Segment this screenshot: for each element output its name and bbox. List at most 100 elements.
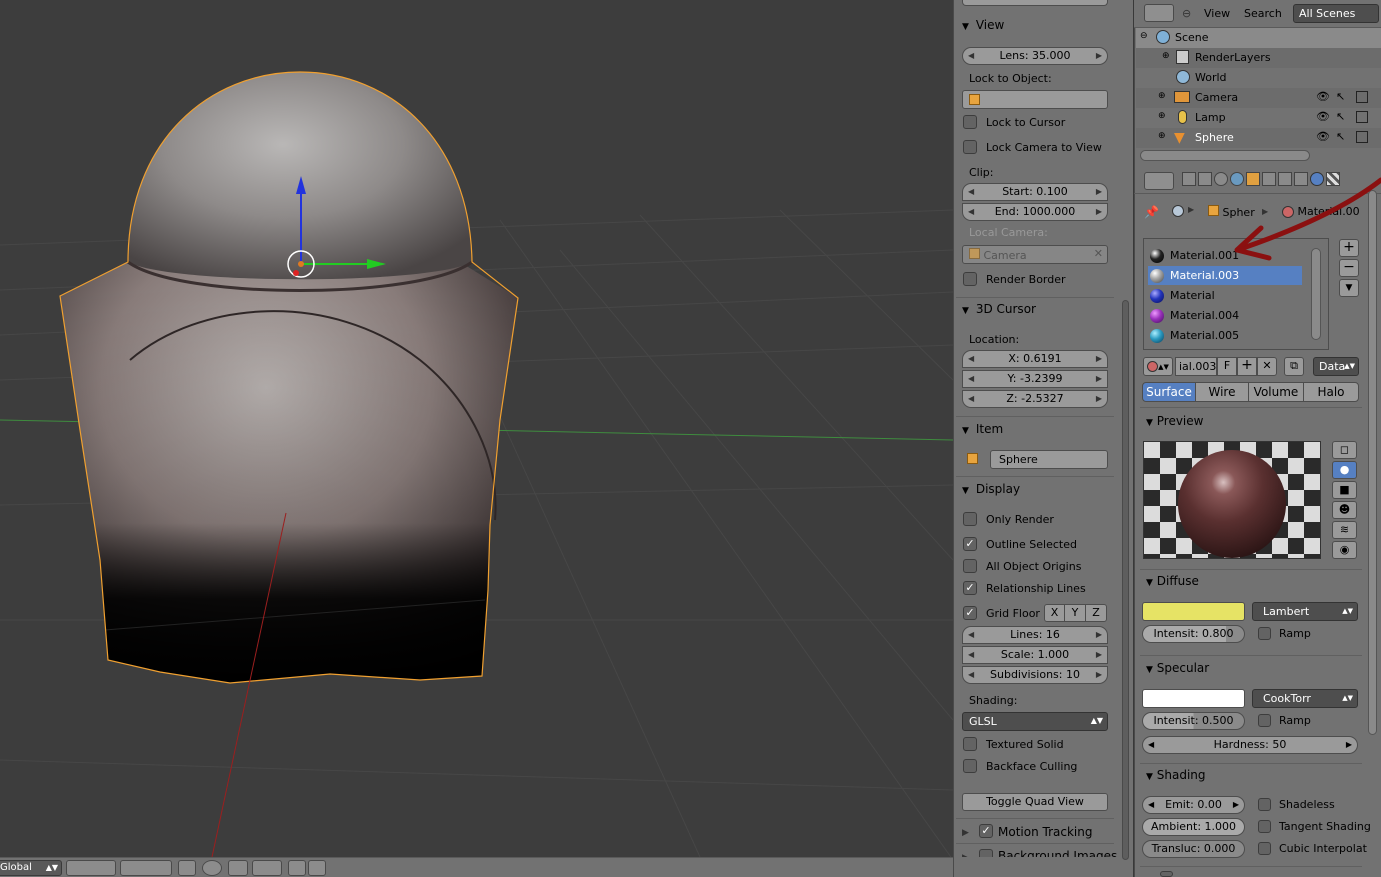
tab-wire[interactable]: Wire: [1195, 382, 1249, 402]
outliner-row-scene[interactable]: ⊖ Scene: [1136, 28, 1381, 48]
cursor-y-field[interactable]: ◀ Y: -3.2399 ▶: [962, 370, 1108, 388]
diffuse-color-swatch[interactable]: [1142, 602, 1245, 621]
render-toggle-icon[interactable]: [1356, 111, 1368, 123]
clapper-icon[interactable]: [308, 860, 326, 876]
all-object-origins-checkbox[interactable]: [963, 559, 977, 573]
textured-solid-checkbox[interactable]: [963, 737, 977, 751]
expand-icon[interactable]: ⊕: [1158, 91, 1166, 101]
specular-shader-select[interactable]: CookTorr ▲▼: [1252, 689, 1358, 708]
preview-cube-icon[interactable]: ■: [1332, 481, 1357, 499]
increment-icon[interactable]: ▶: [1233, 797, 1239, 813]
render-context-icon[interactable]: [1182, 172, 1196, 186]
expand-icon[interactable]: ⊕: [1158, 111, 1166, 121]
shadeless-checkbox[interactable]: [1258, 798, 1271, 811]
relationship-lines-checkbox[interactable]: ✓: [963, 581, 977, 595]
outliner-row-lamp[interactable]: ⊕ Lamp 👁 ↖: [1136, 108, 1381, 128]
specular-panel-header[interactable]: ▼ Specular: [1146, 661, 1209, 675]
material-slot[interactable]: Material.004: [1148, 306, 1302, 325]
cursor-panel-header[interactable]: ▼ 3D Cursor: [962, 302, 1036, 316]
cursor-select-icon[interactable]: ↖: [1336, 110, 1345, 123]
eye-icon[interactable]: 👁: [1316, 130, 1330, 143]
lock-to-cursor-checkbox[interactable]: [963, 115, 977, 129]
eye-icon[interactable]: 👁: [1316, 90, 1330, 103]
outliner-row-renderlayers[interactable]: ⊕ RenderLayers: [1136, 48, 1381, 68]
3d-viewport[interactable]: [0, 0, 953, 857]
material-name-field[interactable]: ial.003: [1175, 357, 1217, 376]
specular-ramp-checkbox[interactable]: [1258, 714, 1271, 727]
diffuse-shader-select[interactable]: Lambert ▲▼: [1252, 602, 1358, 621]
layer-buttons-2[interactable]: [120, 860, 172, 876]
slot-specials-menu[interactable]: ▼: [1339, 279, 1359, 297]
outline-selected-checkbox[interactable]: ✓: [963, 537, 977, 551]
preview-plane-icon[interactable]: ◻: [1332, 441, 1357, 459]
fake-user-button[interactable]: F: [1217, 357, 1237, 376]
clear-x-icon[interactable]: ✕: [1094, 247, 1103, 260]
snap-icon[interactable]: [252, 860, 282, 876]
outliner-row-world[interactable]: World: [1136, 68, 1381, 88]
new-material-button[interactable]: +: [1237, 357, 1257, 376]
editor-type-icon[interactable]: [1144, 4, 1174, 22]
view-panel-header[interactable]: ▼ View: [962, 18, 1004, 32]
collapse-icon[interactable]: ⊖: [1182, 7, 1191, 20]
render-icon[interactable]: [202, 860, 222, 876]
display-panel-header[interactable]: ▼ Display: [962, 482, 1020, 496]
node-material-button[interactable]: ⧉: [1284, 357, 1304, 376]
render-toggle-icon[interactable]: [1356, 131, 1368, 143]
axis-y-toggle[interactable]: Y: [1064, 604, 1086, 622]
emit-field[interactable]: ◀ Emit: 0.00 ▶: [1142, 796, 1245, 814]
material-slot[interactable]: Material: [1148, 286, 1302, 305]
tab-volume[interactable]: Volume: [1248, 382, 1304, 402]
material-browse-button[interactable]: ▲▼: [1143, 357, 1173, 376]
decrement-icon[interactable]: ◀: [1148, 737, 1154, 753]
clipped-panel-checkbox[interactable]: [1160, 871, 1173, 877]
cursor-z-field[interactable]: ◀ Z: -2.5327 ▶: [962, 390, 1108, 408]
render-toggle-icon[interactable]: [1356, 91, 1368, 103]
grid-floor-checkbox[interactable]: ✓: [963, 606, 977, 620]
cursor-select-icon[interactable]: ↖: [1336, 90, 1345, 103]
clip-end-field[interactable]: ◀ End: 1000.000 ▶: [962, 203, 1108, 221]
grid-subdivisions-field[interactable]: ◀ Subdivisions: 10 ▶: [962, 666, 1108, 684]
hardness-field[interactable]: ◀ Hardness: 50 ▶: [1142, 736, 1358, 754]
expand-icon[interactable]: ⊕: [1162, 51, 1170, 61]
increment-icon[interactable]: ▶: [1346, 737, 1352, 753]
preview-monkey-icon[interactable]: ☻: [1332, 501, 1357, 519]
diffuse-intensity-slider[interactable]: Intensit: 0.800: [1142, 625, 1245, 643]
motion-tracking-header[interactable]: ▶: [962, 824, 972, 838]
material-slot[interactable]: Material.005: [1148, 326, 1302, 345]
eye-icon[interactable]: 👁: [1316, 110, 1330, 123]
preview-hair-icon[interactable]: ≋: [1332, 521, 1357, 539]
properties-scrollbar[interactable]: [1368, 190, 1377, 735]
axis-x-toggle[interactable]: X: [1044, 604, 1065, 622]
preview-sky-icon[interactable]: ◉: [1332, 541, 1357, 559]
diffuse-ramp-checkbox[interactable]: [1258, 627, 1271, 640]
cursor-select-icon[interactable]: ↖: [1336, 130, 1345, 143]
layers-context-icon[interactable]: [1198, 172, 1212, 186]
preview-panel-header[interactable]: ▼ Preview: [1146, 414, 1203, 428]
lock-layer-icon[interactable]: [178, 860, 196, 876]
tab-surface[interactable]: Surface: [1142, 382, 1196, 402]
diffuse-panel-header[interactable]: ▼ Diffuse: [1146, 574, 1199, 588]
lock-to-object-field[interactable]: [962, 90, 1108, 109]
link-select[interactable]: Data ▲▼: [1313, 357, 1359, 376]
item-panel-header[interactable]: ▼ Item: [962, 422, 1003, 436]
shading-panel-header[interactable]: ▼ Shading: [1146, 768, 1206, 782]
lens-field[interactable]: ◀ Lens: 35.000 ▶: [962, 47, 1108, 65]
only-render-checkbox[interactable]: [963, 512, 977, 526]
backface-culling-checkbox[interactable]: [963, 759, 977, 773]
scrollbar-thumb[interactable]: [1122, 300, 1129, 860]
toggle-quad-view-button[interactable]: Toggle Quad View: [962, 793, 1108, 811]
background-images-checkbox[interactable]: [979, 849, 993, 857]
preview-sphere-icon[interactable]: ●: [1332, 461, 1357, 479]
collapse-icon[interactable]: ⊖: [1140, 31, 1148, 41]
pin-icon[interactable]: 📌: [1144, 205, 1159, 219]
scenes-select[interactable]: All Scenes: [1293, 4, 1379, 23]
lock-camera-checkbox[interactable]: [963, 140, 977, 154]
ambient-slider[interactable]: Ambient: 1.000: [1142, 818, 1245, 836]
outliner-row-sphere[interactable]: ⊕ ▼ Sphere 👁 ↖: [1136, 128, 1381, 148]
grid-scale-field[interactable]: ◀ Scale: 1.000 ▶: [962, 646, 1108, 664]
tangent-shading-checkbox[interactable]: [1258, 820, 1271, 833]
cubic-interpolation-checkbox[interactable]: [1258, 842, 1271, 855]
motion-tracking-checkbox[interactable]: ✓: [979, 824, 993, 838]
shading-select[interactable]: GLSL ▲▼: [962, 712, 1108, 731]
shading-icon[interactable]: [228, 860, 248, 876]
